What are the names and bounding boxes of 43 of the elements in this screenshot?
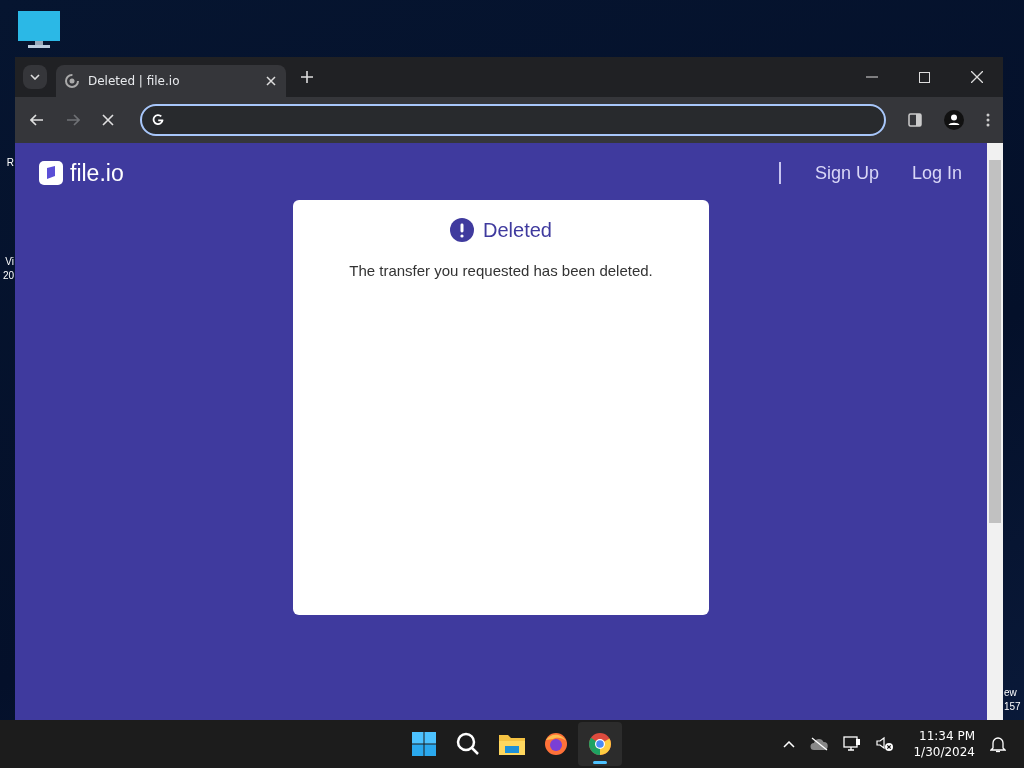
caret-up-icon[interactable] [783, 740, 796, 748]
clock-date[interactable]: 1/30/2024 [913, 744, 975, 760]
cloud-icon[interactable] [810, 737, 829, 751]
computer-icon[interactable] [17, 11, 61, 49]
volume-muted-icon[interactable] [876, 736, 895, 752]
logo-text[interactable]: file.io [70, 159, 124, 187]
desktop-icon-label: 20 [2, 269, 14, 282]
stop-icon[interactable] [102, 114, 114, 126]
desktop-icon-label: Vi [5, 255, 14, 268]
browser-tab[interactable]: Deleted | file.io [56, 65, 286, 97]
card-title: Deleted [483, 218, 552, 242]
scrollbar[interactable] [987, 143, 1003, 720]
notification-bell-icon[interactable] [990, 735, 1006, 753]
caret-down-icon [30, 74, 40, 80]
windows-icon [412, 732, 436, 756]
logo-icon[interactable] [39, 161, 63, 185]
close-icon[interactable] [971, 71, 983, 83]
firefox-icon [544, 732, 568, 756]
message-text: The transfer you requested has been deleted. [349, 262, 653, 279]
new-tab-icon[interactable] [301, 71, 313, 83]
menu-icon[interactable] [986, 113, 990, 127]
address-field[interactable] [140, 104, 886, 136]
desktop-icon-label: ew [1004, 686, 1017, 699]
chrome-taskbar-button[interactable] [578, 722, 622, 766]
desktop-icon-label: 157 [1004, 700, 1021, 713]
nav-link[interactable]: Log In [911, 162, 962, 184]
search-icon [456, 732, 480, 756]
google-icon [151, 113, 165, 127]
alert-icon [450, 218, 475, 242]
network-icon[interactable] [843, 736, 862, 752]
back-arrow-icon[interactable] [30, 114, 44, 126]
tab-list-button[interactable] [23, 65, 47, 89]
profile-icon[interactable] [944, 110, 964, 130]
desktop-icon-label: R [6, 156, 14, 169]
loading-icon [64, 73, 80, 89]
nav-link[interactable]: Sign Up [814, 162, 879, 184]
side-panel-icon[interactable] [908, 113, 922, 127]
chrome-icon [588, 732, 612, 756]
folder-icon [499, 733, 525, 755]
tab-title: Deleted | file.io [88, 74, 181, 88]
clock-time[interactable]: 11:34 PM [919, 728, 975, 744]
close-icon[interactable] [266, 76, 276, 86]
maximize-icon[interactable] [919, 71, 930, 83]
